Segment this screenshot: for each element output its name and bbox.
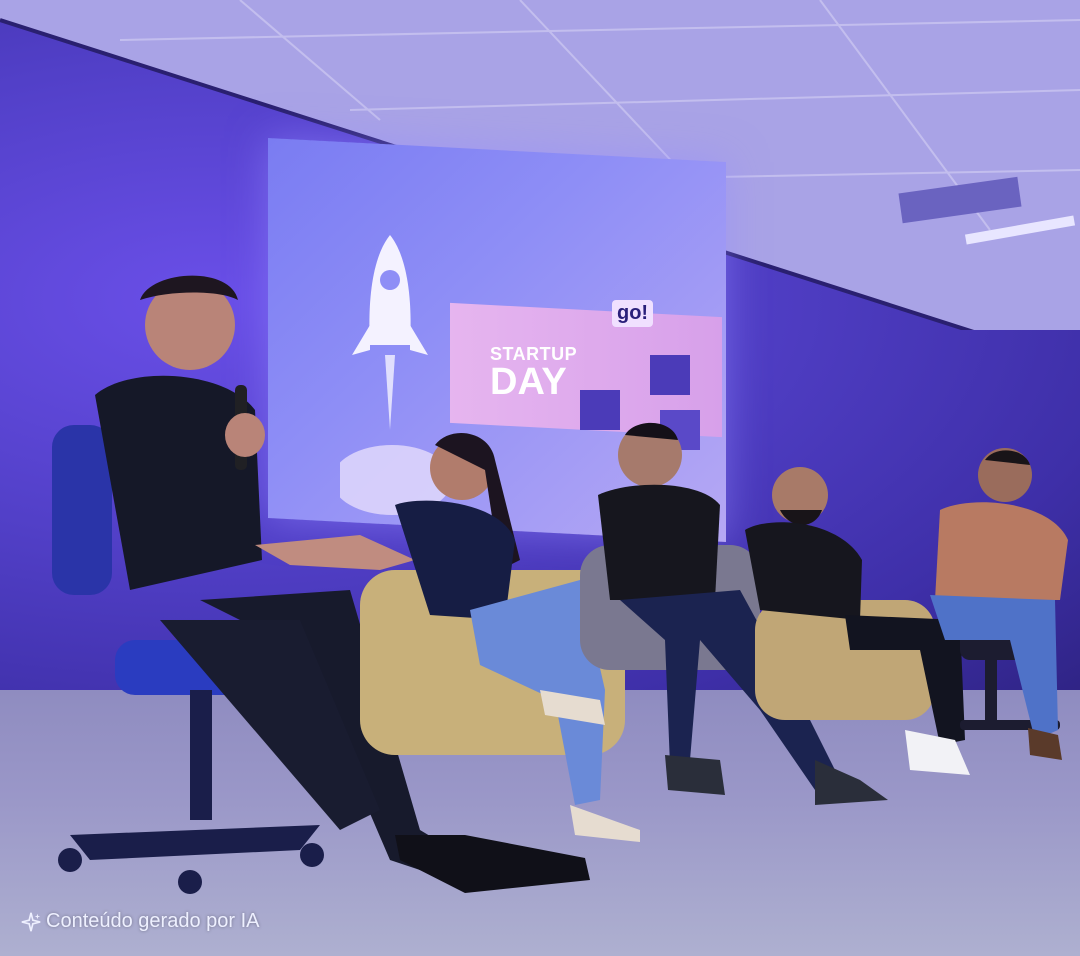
sparkle-icon xyxy=(21,912,41,931)
watermark-text: Conteúdo gerado por IA xyxy=(46,910,260,932)
panel-people xyxy=(52,275,1068,894)
photo-scene: STARTUP DAY go! Conteúdo gerado por IA xyxy=(0,0,1080,956)
ai-generated-watermark: Conteúdo gerado por IA xyxy=(20,910,260,933)
